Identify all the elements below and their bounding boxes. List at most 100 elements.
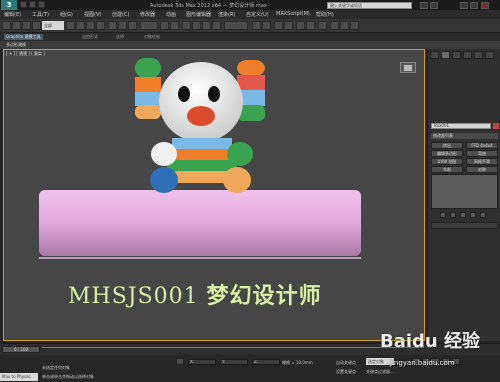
modifier-button-7[interactable]: 车削 xyxy=(431,166,463,173)
redo-icon[interactable] xyxy=(12,21,21,30)
object-name-field[interactable]: Box001 xyxy=(431,123,491,129)
y-coordinate-field[interactable]: Y: xyxy=(220,359,248,365)
minimize-button[interactable] xyxy=(460,2,468,9)
layer-manager-icon[interactable] xyxy=(274,21,283,30)
pivot-icon[interactable] xyxy=(160,21,169,30)
menu-modifiers[interactable]: 修改器 xyxy=(140,11,155,18)
menu-create[interactable]: 创建(C) xyxy=(112,11,129,18)
menu-group[interactable]: 组(G) xyxy=(60,11,73,18)
modifier-button-6[interactable]: 网格平滑 xyxy=(466,158,498,165)
percent-snap-icon[interactable] xyxy=(202,21,211,30)
open-file-icon[interactable] xyxy=(29,1,36,8)
ribbon-tabs: Graphite 建模工具 自由形式 选择 对象绘制 xyxy=(0,33,500,41)
select-manipulate-icon[interactable] xyxy=(170,21,179,30)
menu-maxscript[interactable]: MAXScript(M) xyxy=(276,11,310,17)
link-icon[interactable] xyxy=(22,21,31,30)
menu-views[interactable]: 视图(V) xyxy=(84,11,101,18)
tab-freeform[interactable]: 自由形式 xyxy=(82,34,98,40)
baidu-url: jingyan.baidu.com xyxy=(390,359,455,367)
render-production-icon[interactable] xyxy=(350,21,359,30)
perspective-viewport[interactable]: [ + ] [ 透视 ] [ 真实 ] MHSJS001 梦幻设计师 xyxy=(3,49,425,341)
modifier-list-dropdown[interactable]: 修改器列表 xyxy=(431,133,498,139)
modifier-button-8[interactable]: 对称 xyxy=(466,166,498,173)
x-coordinate-field[interactable]: X: xyxy=(188,359,216,365)
time-slider[interactable]: 0 / 100 xyxy=(2,346,40,353)
material-editor-icon[interactable] xyxy=(318,21,327,30)
new-file-icon[interactable] xyxy=(20,1,27,8)
graphite-toggle-icon[interactable] xyxy=(284,21,293,30)
named-selection-icon[interactable] xyxy=(224,21,248,30)
auto-key-label[interactable]: 自动关键点 xyxy=(336,360,356,366)
baidu-watermark: Baidu 经验 jingyan.baidu.com xyxy=(380,327,498,381)
object-color-swatch[interactable] xyxy=(493,123,499,129)
parameters-rollout[interactable] xyxy=(431,222,498,229)
show-end-result-icon[interactable] xyxy=(450,212,456,218)
close-button[interactable] xyxy=(481,2,489,9)
menu-edit[interactable]: 编辑(E) xyxy=(4,11,21,18)
display-tab-icon[interactable] xyxy=(474,51,483,59)
command-panel: Box001 修改器列表 挤出 FFD 4x4x4 编辑多边形 弯曲 UVW 贴… xyxy=(427,49,500,341)
angle-snap-icon[interactable] xyxy=(192,21,201,30)
window-crossing-icon[interactable] xyxy=(96,21,105,30)
curve-editor-icon[interactable] xyxy=(296,21,305,30)
pin-stack-icon[interactable] xyxy=(440,212,446,218)
schematic-view-icon[interactable] xyxy=(306,21,315,30)
polygon-modeling-label[interactable]: 多边形建模 xyxy=(6,42,26,48)
rendered-frame-icon[interactable] xyxy=(340,21,349,30)
modifier-button-5[interactable]: UVW 贴图 xyxy=(431,158,463,165)
app-logo[interactable]: 3 xyxy=(1,0,17,10)
modifier-button-3[interactable]: 编辑多边形 xyxy=(431,150,463,157)
maxscript-listener[interactable]: Max to Physac xyxy=(0,373,38,381)
maximize-button[interactable] xyxy=(470,2,478,9)
spinner-snap-icon[interactable] xyxy=(212,21,221,30)
scale-icon[interactable] xyxy=(128,21,137,30)
overlay-text-cn: 梦幻设计师 xyxy=(206,284,322,309)
track-bar[interactable] xyxy=(42,347,424,353)
ribbon-subpanel: 多边形建模 xyxy=(0,41,500,49)
select-by-name-icon[interactable] xyxy=(76,21,85,30)
remove-modifier-icon[interactable] xyxy=(470,212,476,218)
motion-tab-icon[interactable] xyxy=(463,51,472,59)
z-coordinate-field[interactable]: Z: xyxy=(252,359,280,365)
undo-icon[interactable] xyxy=(2,21,11,30)
tab-object-paint[interactable]: 对象绘制 xyxy=(144,34,160,40)
configure-sets-icon[interactable] xyxy=(480,212,486,218)
set-key-label[interactable]: 设置关键点 xyxy=(336,369,356,375)
align-icon[interactable] xyxy=(262,21,271,30)
mirror-icon[interactable] xyxy=(252,21,261,30)
select-object-icon[interactable] xyxy=(66,21,75,30)
reference-coord-icon[interactable] xyxy=(140,21,158,30)
rect-selection-icon[interactable] xyxy=(86,21,95,30)
save-file-icon[interactable] xyxy=(38,1,45,8)
hierarchy-tab-icon[interactable] xyxy=(452,51,461,59)
menu-animation[interactable]: 动画 xyxy=(166,11,176,18)
menu-tools[interactable]: 工具(T) xyxy=(32,11,49,18)
help-icon[interactable] xyxy=(420,2,428,9)
snap-toggle-icon[interactable] xyxy=(182,21,191,30)
menu-graph-editors[interactable]: 图形编辑器 xyxy=(186,11,211,18)
modifier-button-1[interactable]: 挤出 xyxy=(431,142,463,149)
selection-filter-dropdown[interactable]: 全部 xyxy=(42,21,64,30)
render-setup-icon[interactable] xyxy=(330,21,339,30)
menu-rendering[interactable]: 渲染(R) xyxy=(218,11,235,18)
star-icon[interactable] xyxy=(430,2,438,9)
modifier-button-4[interactable]: 弯曲 xyxy=(466,150,498,157)
create-tab-icon[interactable] xyxy=(430,51,439,59)
search-input[interactable]: 键入关键字或短语 xyxy=(327,2,412,9)
make-unique-icon[interactable] xyxy=(460,212,466,218)
unlink-icon[interactable] xyxy=(32,21,41,30)
window-title: Autodesk 3ds Max 2012 x64 — 梦幻设计师.max xyxy=(150,3,267,9)
lock-selection-icon[interactable] xyxy=(176,358,184,365)
menu-help[interactable]: 帮助(H) xyxy=(316,11,334,18)
modifier-stack-list[interactable] xyxy=(431,174,498,209)
grid-size: 栅格 = 10.0mm xyxy=(282,360,313,365)
main-toolbar: 全部 xyxy=(0,19,500,33)
menu-customize[interactable]: 自定义(U) xyxy=(246,11,269,18)
move-icon[interactable] xyxy=(108,21,117,30)
utilities-tab-icon[interactable] xyxy=(485,51,494,59)
rotate-icon[interactable] xyxy=(118,21,127,30)
modify-tab-icon[interactable] xyxy=(441,51,450,59)
modifier-button-2[interactable]: FFD 4x4x4 xyxy=(466,142,498,149)
tab-selection[interactable]: 选择 xyxy=(116,34,124,40)
tab-graphite-modeling[interactable]: Graphite 建模工具 xyxy=(4,34,43,40)
